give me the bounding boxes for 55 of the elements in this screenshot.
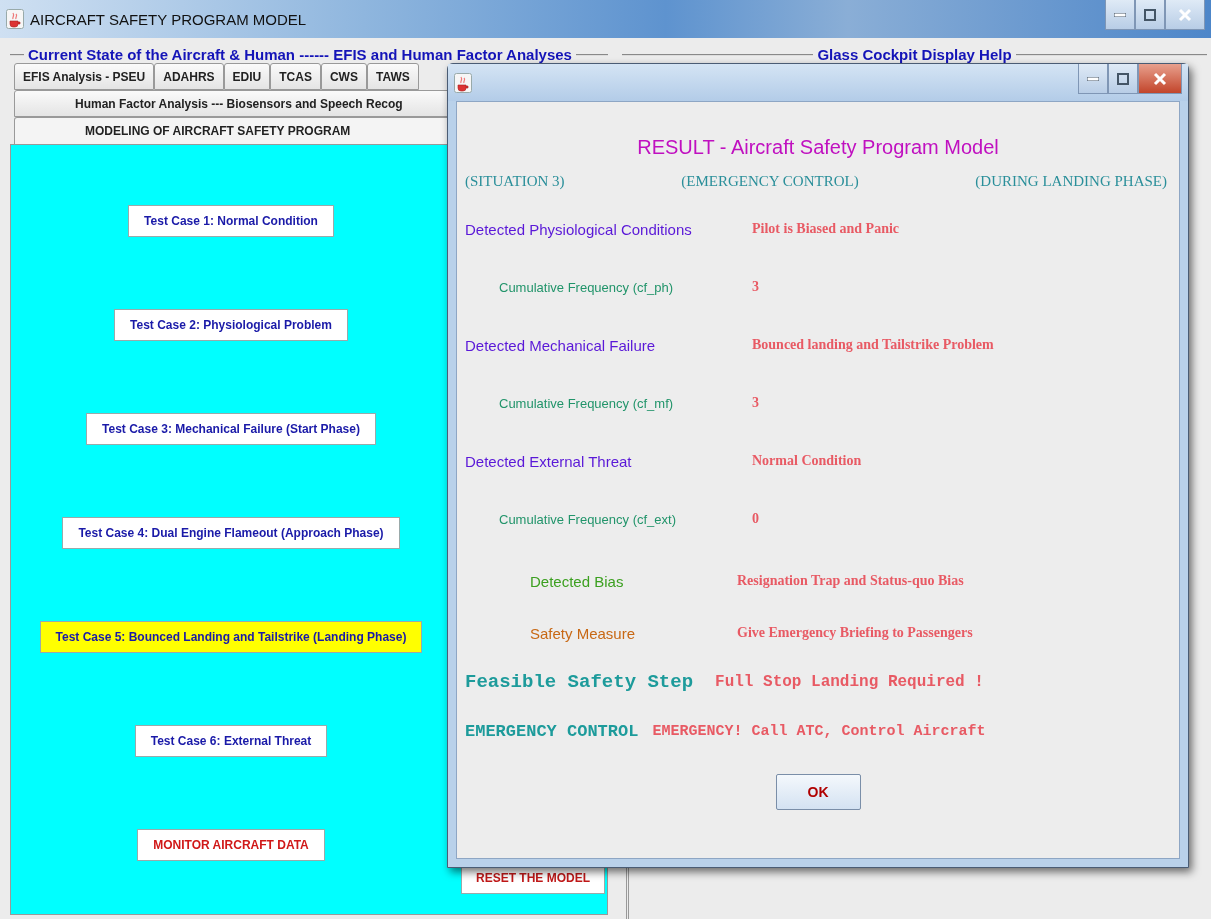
result-label: Detected Bias (529, 572, 625, 590)
close-button[interactable] (1138, 64, 1182, 94)
result-value: 0 (752, 511, 759, 527)
result-value: Resignation Trap and Status-quo Bias (737, 573, 964, 589)
minimize-button[interactable] (1078, 64, 1108, 94)
result-heading: RESULT - Aircraft Safety Program Model (636, 136, 1000, 159)
result-value: 3 (752, 395, 759, 411)
result-label: Detected Physiological Conditions (465, 220, 693, 238)
result-label: Cumulative Frequency (cf_ph) (498, 279, 675, 295)
result-value: Give Emergency Briefing to Passengers (737, 625, 973, 641)
tab[interactable]: TCAS (270, 63, 321, 90)
situation-label: (SITUATION 3) (465, 173, 565, 190)
result-label: Cumulative Frequency (cf_ext) (498, 511, 677, 527)
close-button[interactable] (1165, 0, 1205, 30)
tab[interactable]: EFIS Analysis - PSEU (14, 63, 155, 90)
maximize-icon (1117, 72, 1129, 85)
test-case-button[interactable]: Test Case 4: Dual Engine Flameout (Approach Phase) (62, 517, 400, 549)
situation-label: (DURING LANDING PHASE) (975, 173, 1167, 190)
tab[interactable]: TAWS (366, 63, 419, 90)
window-title: AIRCRAFT SAFETY PROGRAM MODEL (30, 10, 307, 28)
tab[interactable]: EDIU (223, 63, 271, 90)
section-title: Current State of the Aircraft & Human ------ EFIS and Human Factor Analyses (27, 46, 573, 63)
tab[interactable]: ADAHRS (154, 63, 224, 90)
minimize-button[interactable] (1105, 0, 1135, 30)
section-title: Glass Cockpit Display Help (816, 46, 1013, 63)
result-value: Full Stop Landing Required ! (715, 673, 984, 691)
result-label: Detected External Threat (465, 452, 633, 470)
result-label: EMERGENCY CONTROL (465, 721, 639, 741)
result-value: Bounced landing and Tailstrike Problem (752, 337, 994, 353)
result-value: Pilot is Biased and Panic (752, 221, 900, 237)
test-case-button[interactable]: MONITOR AIRCRAFT DATA (137, 829, 325, 861)
java-cup-icon (454, 72, 472, 93)
close-icon (1178, 7, 1192, 22)
test-case-button[interactable]: Test Case 5: Bounced Landing and Tailstrike (Landing Phase) (39, 621, 423, 653)
close-icon (1153, 71, 1167, 86)
test-case-button[interactable]: Test Case 2: Physiological Problem (114, 309, 348, 341)
result-value: Normal Condition (752, 453, 862, 469)
minimize-icon (1087, 76, 1099, 81)
test-case-button[interactable]: Test Case 3: Mechanical Failure (Start Phase) (86, 413, 376, 445)
tab[interactable]: CWS (320, 63, 367, 90)
result-value: EMERGENCY! Call ATC, Control Aircraft (652, 722, 986, 740)
test-case-button[interactable]: Test Case 1: Normal Condition (128, 205, 334, 237)
maximize-button[interactable] (1135, 0, 1165, 30)
result-value: 3 (752, 279, 759, 295)
situation-label: (EMERGENCY CONTROL) (681, 173, 859, 190)
result-label: Cumulative Frequency (cf_mf) (498, 395, 675, 411)
test-case-button[interactable]: Test Case 6: External Threat (134, 725, 328, 757)
java-cup-icon (6, 9, 24, 29)
maximize-button[interactable] (1108, 64, 1138, 94)
result-label: Safety Measure (529, 624, 637, 642)
minimize-icon (1114, 12, 1126, 17)
maximize-icon (1144, 8, 1156, 21)
result-label: Feasible Safety Step (465, 671, 694, 693)
ok-button[interactable]: OK (775, 774, 861, 810)
result-label: Detected Mechanical Failure (465, 336, 657, 354)
